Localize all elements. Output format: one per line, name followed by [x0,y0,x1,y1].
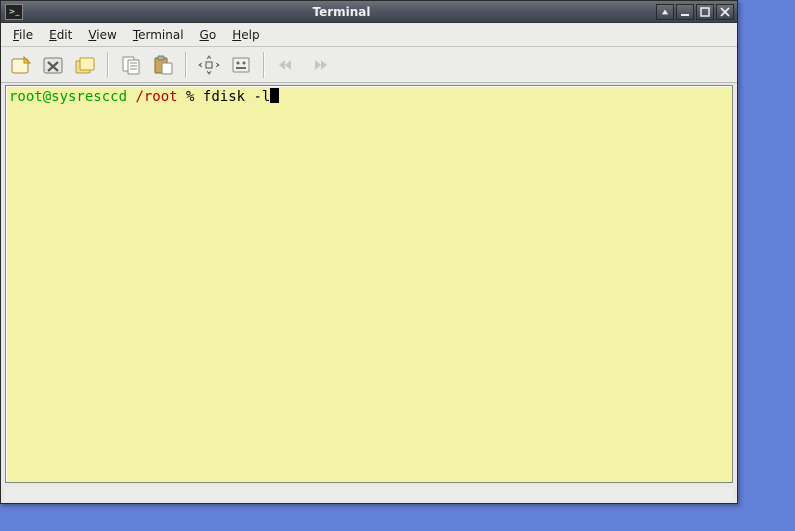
window-title: Terminal [27,5,656,19]
preferences-icon[interactable] [226,51,256,79]
titlebar[interactable]: >_ Terminal [1,1,737,23]
close-button[interactable] [716,4,734,20]
new-window-icon[interactable] [70,51,100,79]
prev-tab-icon [272,51,302,79]
shade-button[interactable] [656,4,674,20]
new-tab-icon[interactable] [6,51,36,79]
minimize-button[interactable] [676,4,694,20]
menu-go[interactable]: Go [194,26,223,44]
fullscreen-icon[interactable] [194,51,224,79]
menu-terminal[interactable]: Terminal [127,26,190,44]
command-text: fdisk -l [203,89,270,105]
terminal-window: >_ Terminal File Edit View Terminal Go H… [0,0,738,504]
menubar: File Edit View Terminal Go Help [1,23,737,47]
copy-icon[interactable] [116,51,146,79]
toolbar-separator [185,52,187,78]
close-tab-icon[interactable] [38,51,68,79]
text-cursor [270,88,279,103]
prompt-user: root@sysresccd [9,89,127,105]
statusbar [5,487,733,501]
next-tab-icon [304,51,334,79]
menu-view[interactable]: View [82,26,122,44]
menu-file[interactable]: File [7,26,39,44]
menu-help[interactable]: Help [226,26,265,44]
window-system-icon[interactable]: >_ [5,4,23,20]
prompt-symbol: % [178,89,203,105]
terminal-view[interactable]: root@sysresccd /root % fdisk -l [5,85,733,483]
toolbar-separator [107,52,109,78]
toolbar [1,47,737,83]
prompt-path: /root [135,89,177,105]
paste-icon[interactable] [148,51,178,79]
window-controls [656,4,734,20]
maximize-button[interactable] [696,4,714,20]
toolbar-separator [263,52,265,78]
menu-edit[interactable]: Edit [43,26,78,44]
